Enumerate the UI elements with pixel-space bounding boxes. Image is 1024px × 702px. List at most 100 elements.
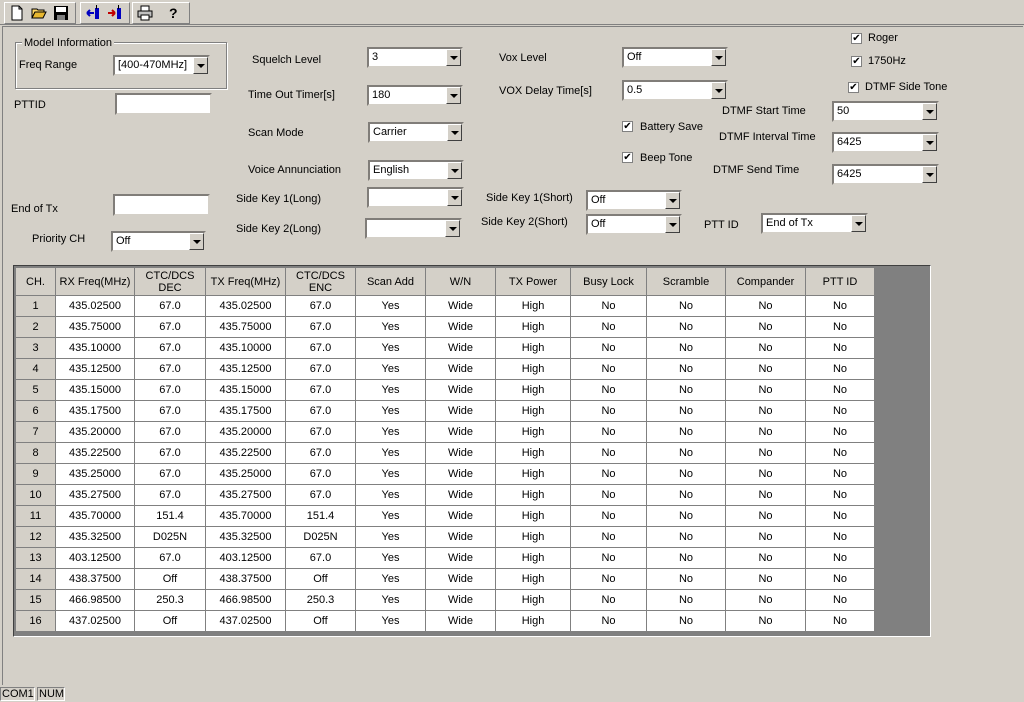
battery-save-checkbox[interactable]: ✔ (622, 121, 633, 132)
table-row[interactable]: 7 435.20000 67.0 435.20000 67.0 Yes Wide High No… (15, 421, 875, 443)
table-cell[interactable]: No (725, 337, 806, 359)
voice-annunciation-combo[interactable]: English (368, 160, 464, 181)
table-cell[interactable]: High (495, 568, 571, 590)
table-cell[interactable]: 250.3 (285, 589, 356, 611)
table-cell[interactable]: Off (285, 610, 356, 632)
table-cell[interactable]: No (646, 547, 726, 569)
table-cell[interactable]: High (495, 547, 571, 569)
table-row[interactable]: 1 435.02500 67.0 435.02500 67.0 Yes Wide High No… (15, 295, 875, 317)
chevron-down-icon[interactable] (922, 134, 937, 151)
table-cell[interactable]: Wide (425, 358, 496, 380)
priority-ch-combo[interactable]: Off (111, 231, 206, 252)
table-cell[interactable]: Wide (425, 589, 496, 611)
table-cell[interactable]: High (495, 610, 571, 632)
table-cell[interactable]: No (805, 379, 875, 401)
table-cell[interactable]: No (805, 463, 875, 485)
column-header[interactable]: TX Power (495, 267, 571, 296)
table-cell[interactable]: No (725, 400, 806, 422)
side-key1-short-combo[interactable]: Off (586, 190, 682, 211)
table-cell[interactable]: No (725, 505, 806, 527)
table-cell[interactable]: 437.02500 (205, 610, 286, 632)
table-cell[interactable]: 435.22500 (205, 442, 286, 464)
chevron-down-icon[interactable] (851, 215, 866, 232)
table-cell[interactable]: No (725, 547, 806, 569)
table-cell[interactable]: 403.12500 (205, 547, 286, 569)
table-cell[interactable]: High (495, 442, 571, 464)
table-cell[interactable]: No (646, 379, 726, 401)
table-cell[interactable]: 435.20000 (55, 421, 135, 443)
table-row[interactable]: 6 435.17500 67.0 435.17500 67.0 Yes Wide High No… (15, 400, 875, 422)
table-cell[interactable]: 67.0 (134, 379, 206, 401)
table-cell[interactable]: Wide (425, 295, 496, 317)
channel-number-cell[interactable]: 1 (15, 295, 56, 317)
table-cell[interactable]: No (805, 526, 875, 548)
table-cell[interactable]: 435.10000 (55, 337, 135, 359)
table-cell[interactable]: 435.70000 (205, 505, 286, 527)
column-header[interactable]: CH. (15, 267, 56, 296)
chevron-down-icon[interactable] (922, 103, 937, 120)
table-cell[interactable]: Off (134, 568, 206, 590)
table-cell[interactable]: 435.12500 (205, 358, 286, 380)
table-cell[interactable]: 435.02500 (55, 295, 135, 317)
table-cell[interactable]: 151.4 (134, 505, 206, 527)
table-cell[interactable]: Yes (355, 442, 426, 464)
table-cell[interactable]: Wide (425, 526, 496, 548)
table-row[interactable]: 16 437.02500 Off 437.02500 Off Yes Wide High No N… (15, 610, 875, 632)
chevron-down-icon[interactable] (711, 82, 726, 99)
table-cell[interactable]: No (805, 589, 875, 611)
table-cell[interactable]: High (495, 358, 571, 380)
table-cell[interactable]: 438.37500 (205, 568, 286, 590)
channel-number-cell[interactable]: 10 (15, 484, 56, 506)
table-row[interactable]: 11 435.70000 151.4 435.70000 151.4 Yes Wide Hig… (15, 505, 875, 527)
table-cell[interactable]: No (805, 316, 875, 338)
pttid-input[interactable] (115, 93, 212, 115)
table-cell[interactable]: No (646, 589, 726, 611)
table-cell[interactable]: 67.0 (285, 484, 356, 506)
table-row[interactable]: 2 435.75000 67.0 435.75000 67.0 Yes Wide High No… (15, 316, 875, 338)
side-key2-long-combo[interactable] (365, 218, 462, 239)
channel-number-cell[interactable]: 14 (15, 568, 56, 590)
channel-number-cell[interactable]: 4 (15, 358, 56, 380)
table-cell[interactable]: No (805, 295, 875, 317)
channel-number-cell[interactable]: 3 (15, 337, 56, 359)
table-cell[interactable]: 67.0 (134, 463, 206, 485)
table-cell[interactable]: Yes (355, 295, 426, 317)
table-cell[interactable]: 435.25000 (205, 463, 286, 485)
table-cell[interactable]: 67.0 (134, 400, 206, 422)
beep-tone-checkbox[interactable]: ✔ (622, 152, 633, 163)
table-cell[interactable]: 67.0 (285, 463, 356, 485)
channel-number-cell[interactable]: 11 (15, 505, 56, 527)
table-cell[interactable]: Wide (425, 421, 496, 443)
column-header[interactable]: W/N (425, 267, 496, 296)
table-row[interactable]: 3 435.10000 67.0 435.10000 67.0 Yes Wide High No… (15, 337, 875, 359)
table-cell[interactable]: 435.20000 (205, 421, 286, 443)
end-of-tx-input[interactable] (113, 194, 210, 216)
table-cell[interactable]: Wide (425, 442, 496, 464)
table-cell[interactable]: No (805, 400, 875, 422)
table-cell[interactable]: 435.02500 (205, 295, 286, 317)
table-cell[interactable]: 435.15000 (55, 379, 135, 401)
table-cell[interactable]: Yes (355, 463, 426, 485)
table-cell[interactable]: D025N (134, 526, 206, 548)
table-cell[interactable]: No (570, 484, 647, 506)
table-cell[interactable]: No (570, 379, 647, 401)
table-cell[interactable]: 67.0 (134, 484, 206, 506)
table-cell[interactable]: No (805, 337, 875, 359)
chevron-down-icon[interactable] (665, 192, 680, 209)
chevron-down-icon[interactable] (447, 189, 462, 206)
chevron-down-icon[interactable] (446, 49, 461, 66)
table-cell[interactable]: No (646, 400, 726, 422)
table-row[interactable]: 14 438.37500 Off 438.37500 Off Yes Wide High No N… (15, 568, 875, 590)
table-cell[interactable]: Yes (355, 526, 426, 548)
table-cell[interactable]: No (725, 421, 806, 443)
table-cell[interactable]: 435.17500 (55, 400, 135, 422)
table-cell[interactable]: 438.37500 (55, 568, 135, 590)
column-header[interactable]: CTC/DCS DEC (134, 267, 206, 296)
chevron-down-icon[interactable] (445, 220, 460, 237)
chevron-down-icon[interactable] (193, 57, 208, 74)
table-cell[interactable]: 67.0 (285, 295, 356, 317)
table-cell[interactable]: 67.0 (285, 421, 356, 443)
column-header[interactable]: RX Freq(MHz) (55, 267, 135, 296)
channel-number-cell[interactable]: 12 (15, 526, 56, 548)
table-cell[interactable]: No (646, 442, 726, 464)
